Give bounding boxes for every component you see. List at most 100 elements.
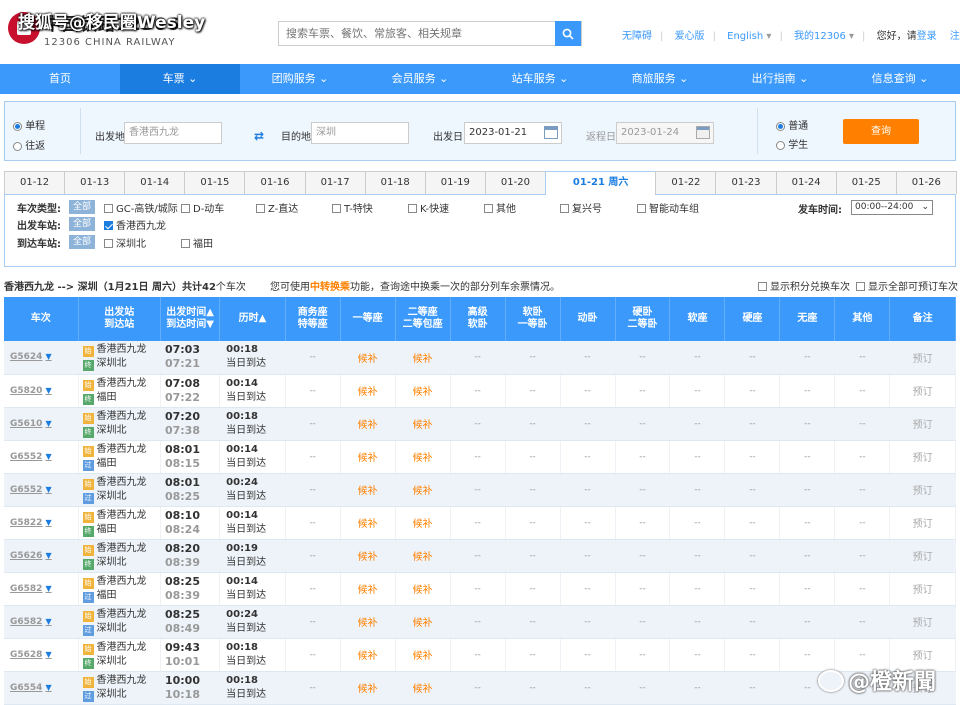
- to-station-input[interactable]: 深圳: [311, 122, 409, 144]
- seat-waitlist[interactable]: 候补: [340, 473, 396, 507]
- col-times[interactable]: 出发时间▲ 到达时间▼: [160, 297, 221, 341]
- book-button[interactable]: 预订: [889, 605, 956, 639]
- to-station[interactable]: 终福田: [82, 523, 160, 537]
- date-tab[interactable]: 01-25: [835, 171, 897, 194]
- seat-waitlist[interactable]: 候补: [395, 407, 451, 441]
- to-station[interactable]: 终深圳北: [82, 357, 160, 372]
- search-input[interactable]: [279, 22, 549, 45]
- filter-k[interactable]: K-快速: [408, 200, 449, 215]
- date-tab[interactable]: 01-24: [775, 171, 837, 194]
- to-station[interactable]: 终福田: [82, 391, 160, 405]
- passenger-normal[interactable]: 普通: [776, 117, 808, 132]
- train-number[interactable]: G6582 ▼: [4, 572, 79, 606]
- book-button[interactable]: 预订: [889, 374, 956, 408]
- filter-all-button[interactable]: 全部: [69, 217, 96, 231]
- seat-waitlist[interactable]: 候补: [395, 506, 451, 540]
- seat-waitlist[interactable]: 候补: [395, 605, 451, 639]
- from-station[interactable]: 始香港西九龙: [82, 608, 160, 622]
- date-tab[interactable]: 01-13: [64, 171, 126, 194]
- to-station[interactable]: 过福田: [82, 589, 160, 603]
- book-button[interactable]: 预订: [889, 572, 956, 606]
- train-number[interactable]: G5822 ▼: [4, 506, 79, 540]
- option-points[interactable]: 显示积分兑换车次: [758, 278, 850, 293]
- seat-waitlist[interactable]: 候补: [340, 539, 396, 573]
- date-tab[interactable]: 01-14: [124, 171, 186, 194]
- seat-waitlist[interactable]: 候补: [340, 440, 396, 474]
- filter-all-button[interactable]: 全部: [69, 235, 96, 249]
- query-button[interactable]: 查询: [843, 119, 919, 144]
- date-tab[interactable]: 01-16: [244, 171, 306, 194]
- date-tab[interactable]: 01-23: [715, 171, 777, 194]
- train-number[interactable]: G5628 ▼: [4, 638, 79, 672]
- seat-waitlist[interactable]: 候补: [340, 506, 396, 540]
- seat-waitlist[interactable]: 候补: [340, 374, 396, 408]
- train-number[interactable]: G5626 ▼: [4, 539, 79, 573]
- trip-round[interactable]: 往返: [13, 137, 45, 152]
- date-tab[interactable]: 01-26: [895, 171, 957, 194]
- seat-waitlist[interactable]: 候补: [340, 671, 396, 705]
- from-station[interactable]: 始香港西九龙: [82, 542, 160, 556]
- date-tab[interactable]: 01-21 周六: [544, 171, 657, 196]
- date-tab[interactable]: 01-18: [364, 171, 426, 194]
- trip-single[interactable]: 单程: [13, 117, 45, 132]
- option-all-bookable[interactable]: 显示全部可预订车次: [856, 278, 958, 293]
- date-tab[interactable]: 01-12: [4, 171, 66, 194]
- date-tab[interactable]: 01-17: [304, 171, 366, 194]
- chevron-down-icon[interactable]: ▼: [45, 352, 51, 361]
- chevron-down-icon[interactable]: ▼: [45, 419, 51, 428]
- filter-t[interactable]: T-特快: [332, 200, 373, 215]
- chevron-down-icon[interactable]: ▼: [45, 485, 51, 494]
- link-accessibility[interactable]: 无障碍: [622, 31, 652, 42]
- train-number[interactable]: G5610 ▼: [4, 407, 79, 441]
- from-station[interactable]: 始香港西九龙: [82, 443, 160, 457]
- search-button[interactable]: [555, 21, 581, 46]
- filter-fuxing[interactable]: 复兴号: [560, 200, 602, 215]
- from-station-input[interactable]: 香港西九龙: [124, 122, 222, 144]
- from-station[interactable]: 始香港西九龙: [82, 377, 160, 391]
- filter-d[interactable]: D-动车: [181, 200, 224, 215]
- nav-station[interactable]: 站车服务 ⌄: [480, 64, 600, 94]
- date-tab[interactable]: 01-20: [484, 171, 546, 194]
- chevron-down-icon[interactable]: ▼: [45, 683, 51, 692]
- login-link[interactable]: 登录: [917, 31, 937, 42]
- to-station[interactable]: 过深圳北: [82, 622, 160, 636]
- train-number[interactable]: G5820 ▼: [4, 374, 79, 408]
- depart-date-input[interactable]: 2023-01-21: [464, 122, 562, 144]
- from-station[interactable]: 始香港西九龙: [82, 641, 160, 655]
- nav-info[interactable]: 信息查询 ⌄: [840, 64, 960, 94]
- calendar-icon[interactable]: [696, 126, 710, 139]
- filter-station-ft[interactable]: 福田: [181, 235, 213, 250]
- filter-station-xjl[interactable]: 香港西九龙: [104, 217, 166, 232]
- date-tab[interactable]: 01-22: [655, 171, 717, 194]
- seat-waitlist[interactable]: 候补: [340, 341, 396, 375]
- return-date-input[interactable]: 2023-01-24: [616, 122, 714, 144]
- book-button[interactable]: 预订: [889, 506, 956, 540]
- filter-station-szb[interactable]: 深圳北: [104, 235, 146, 250]
- book-button[interactable]: 预订: [889, 407, 956, 441]
- seat-waitlist[interactable]: 候补: [340, 638, 396, 672]
- nav-guide[interactable]: 出行指南 ⌄: [720, 64, 840, 94]
- passenger-student[interactable]: 学生: [776, 136, 808, 151]
- chevron-down-icon[interactable]: ▼: [45, 650, 51, 659]
- to-station[interactable]: 终深圳北: [82, 556, 160, 570]
- nav-group[interactable]: 团购服务 ⌄: [240, 64, 360, 94]
- date-tab[interactable]: 01-19: [424, 171, 486, 194]
- train-number[interactable]: G6552 ▼: [4, 440, 79, 474]
- chevron-down-icon[interactable]: ▼: [45, 518, 51, 527]
- chevron-down-icon[interactable]: ▼: [45, 551, 51, 560]
- chevron-down-icon[interactable]: ▼: [45, 584, 51, 593]
- train-number[interactable]: G6582 ▼: [4, 605, 79, 639]
- seat-waitlist[interactable]: 候补: [395, 374, 451, 408]
- from-station[interactable]: 始香港西九龙: [82, 674, 160, 688]
- chevron-down-icon[interactable]: ▼: [45, 452, 51, 461]
- nav-member[interactable]: 会员服务 ⌄: [360, 64, 480, 94]
- col-duration[interactable]: 历时▲: [219, 297, 286, 341]
- from-station[interactable]: 始香港西九龙: [82, 343, 160, 358]
- seat-waitlist[interactable]: 候补: [395, 572, 451, 606]
- book-button[interactable]: 预订: [889, 341, 956, 375]
- seat-waitlist[interactable]: 候补: [395, 638, 451, 672]
- link-english[interactable]: English ▾: [727, 31, 771, 42]
- to-station[interactable]: 过福田: [82, 457, 160, 471]
- seat-waitlist[interactable]: 候补: [395, 341, 451, 375]
- seat-waitlist[interactable]: 候补: [395, 539, 451, 573]
